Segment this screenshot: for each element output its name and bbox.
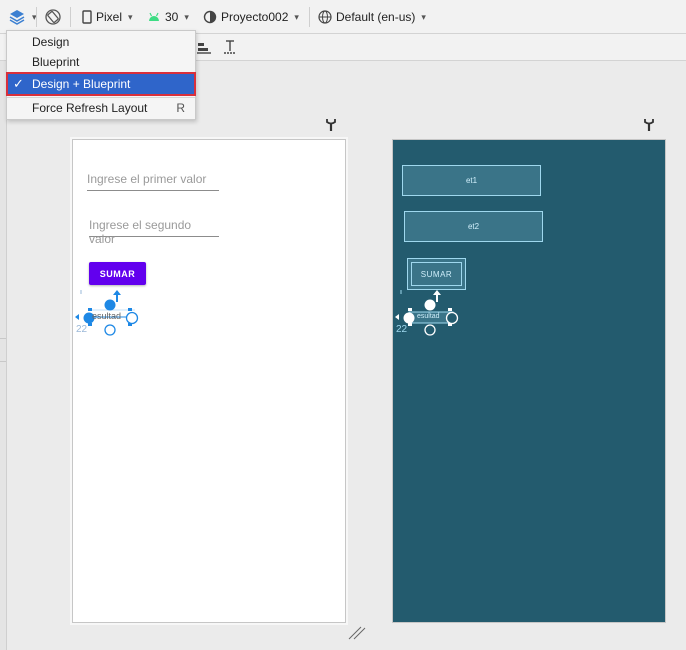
api-level-selector[interactable]: 30 ▾ (147, 7, 189, 27)
device-selector[interactable]: Pixel ▾ (82, 7, 133, 27)
blueprint-sumar-inner: SUMAR (411, 262, 462, 286)
result-textview-text: esultad (92, 311, 122, 321)
menu-item-label: Design (32, 35, 70, 49)
menu-item-blueprint[interactable]: Blueprint (7, 52, 195, 72)
rotate-device-icon (45, 9, 61, 25)
menu-item-force-refresh[interactable]: Force Refresh Layout R (7, 98, 195, 118)
blueprint-et2-label: et2 (467, 222, 480, 231)
theme-selector[interactable]: Proyecto002 ▾ (203, 7, 299, 27)
first-value-hint: Ingrese el primer valor (87, 172, 207, 186)
theme-label: Proyecto002 (221, 10, 289, 24)
theme-icon (203, 10, 217, 24)
design-surface-button[interactable]: ▾ (8, 7, 37, 27)
orientation-button[interactable] (44, 7, 62, 27)
chevron-down-icon: ▾ (294, 11, 299, 22)
blueprint-result-dimension: 22 (396, 324, 408, 335)
api-level-label: 30 (165, 10, 179, 24)
second-value-hint: Ingrese el segundo valor (89, 218, 192, 246)
design-surface[interactable]: Ingrese el primer valor Ingrese el segun… (72, 139, 346, 623)
second-value-field[interactable]: Ingrese el segundo valor (89, 218, 219, 246)
blueprint-surface[interactable]: et1 et2 SUMAR esultad 22 (392, 139, 666, 623)
blueprint-result-text: esultad (417, 313, 440, 320)
blueprint-sumar-label: SUMAR (420, 269, 453, 279)
menu-item-label: Force Refresh Layout (32, 101, 148, 115)
sumar-button[interactable]: SUMAR (89, 262, 146, 285)
first-value-field[interactable]: Ingrese el primer valor (87, 172, 219, 191)
menu-item-label: Blueprint (32, 55, 80, 69)
menu-item-shortcut: R (176, 101, 185, 115)
menu-item-label: Design + Blueprint (32, 77, 131, 91)
globe-icon (318, 10, 332, 24)
menu-item-design-blueprint[interactable]: ✓ Design + Blueprint (6, 72, 196, 96)
left-panel-strip (0, 61, 7, 650)
locale-selector[interactable]: Default (en-us) ▾ (318, 7, 426, 27)
device-label: Pixel (96, 10, 123, 24)
result-textview-selection[interactable]: esultad 22 (75, 286, 145, 336)
blueprint-et1-label: et1 (465, 176, 478, 185)
toolbar-divider (36, 7, 37, 27)
wrench-icon[interactable] (643, 118, 655, 132)
blueprint-result-selection[interactable]: esultad 22 (395, 286, 465, 336)
locale-label: Default (en-us) (336, 10, 416, 24)
phone-icon (82, 10, 92, 24)
chevron-down-icon: ▾ (184, 11, 189, 22)
menu-item-design[interactable]: Design (7, 32, 195, 52)
align-bottom-icon[interactable] (197, 39, 211, 55)
toolbar-divider (309, 7, 310, 27)
wrench-icon[interactable] (325, 118, 337, 132)
chevron-down-icon: ▾ (128, 11, 133, 22)
chevron-down-icon: ▾ (421, 11, 426, 22)
checkmark-icon: ✓ (13, 76, 24, 91)
android-icon (149, 12, 159, 21)
blueprint-et1[interactable]: et1 (402, 165, 541, 196)
toolbar-divider (70, 7, 71, 27)
sumar-button-label: SUMAR (99, 268, 136, 279)
result-dimension-label: 22 (76, 324, 88, 335)
layout-editor-toolbar: ▾ Pixel ▾ 30 ▾ Proyecto002 ▾ Default (en… (0, 0, 686, 34)
text-baseline-icon[interactable] (224, 39, 236, 55)
blueprint-et2[interactable]: et2 (404, 211, 543, 242)
layers-icon (9, 10, 25, 25)
view-mode-menu: Design Blueprint ✓ Design + Blueprint Fo… (6, 30, 196, 120)
resize-handle-icon[interactable] (348, 626, 366, 640)
